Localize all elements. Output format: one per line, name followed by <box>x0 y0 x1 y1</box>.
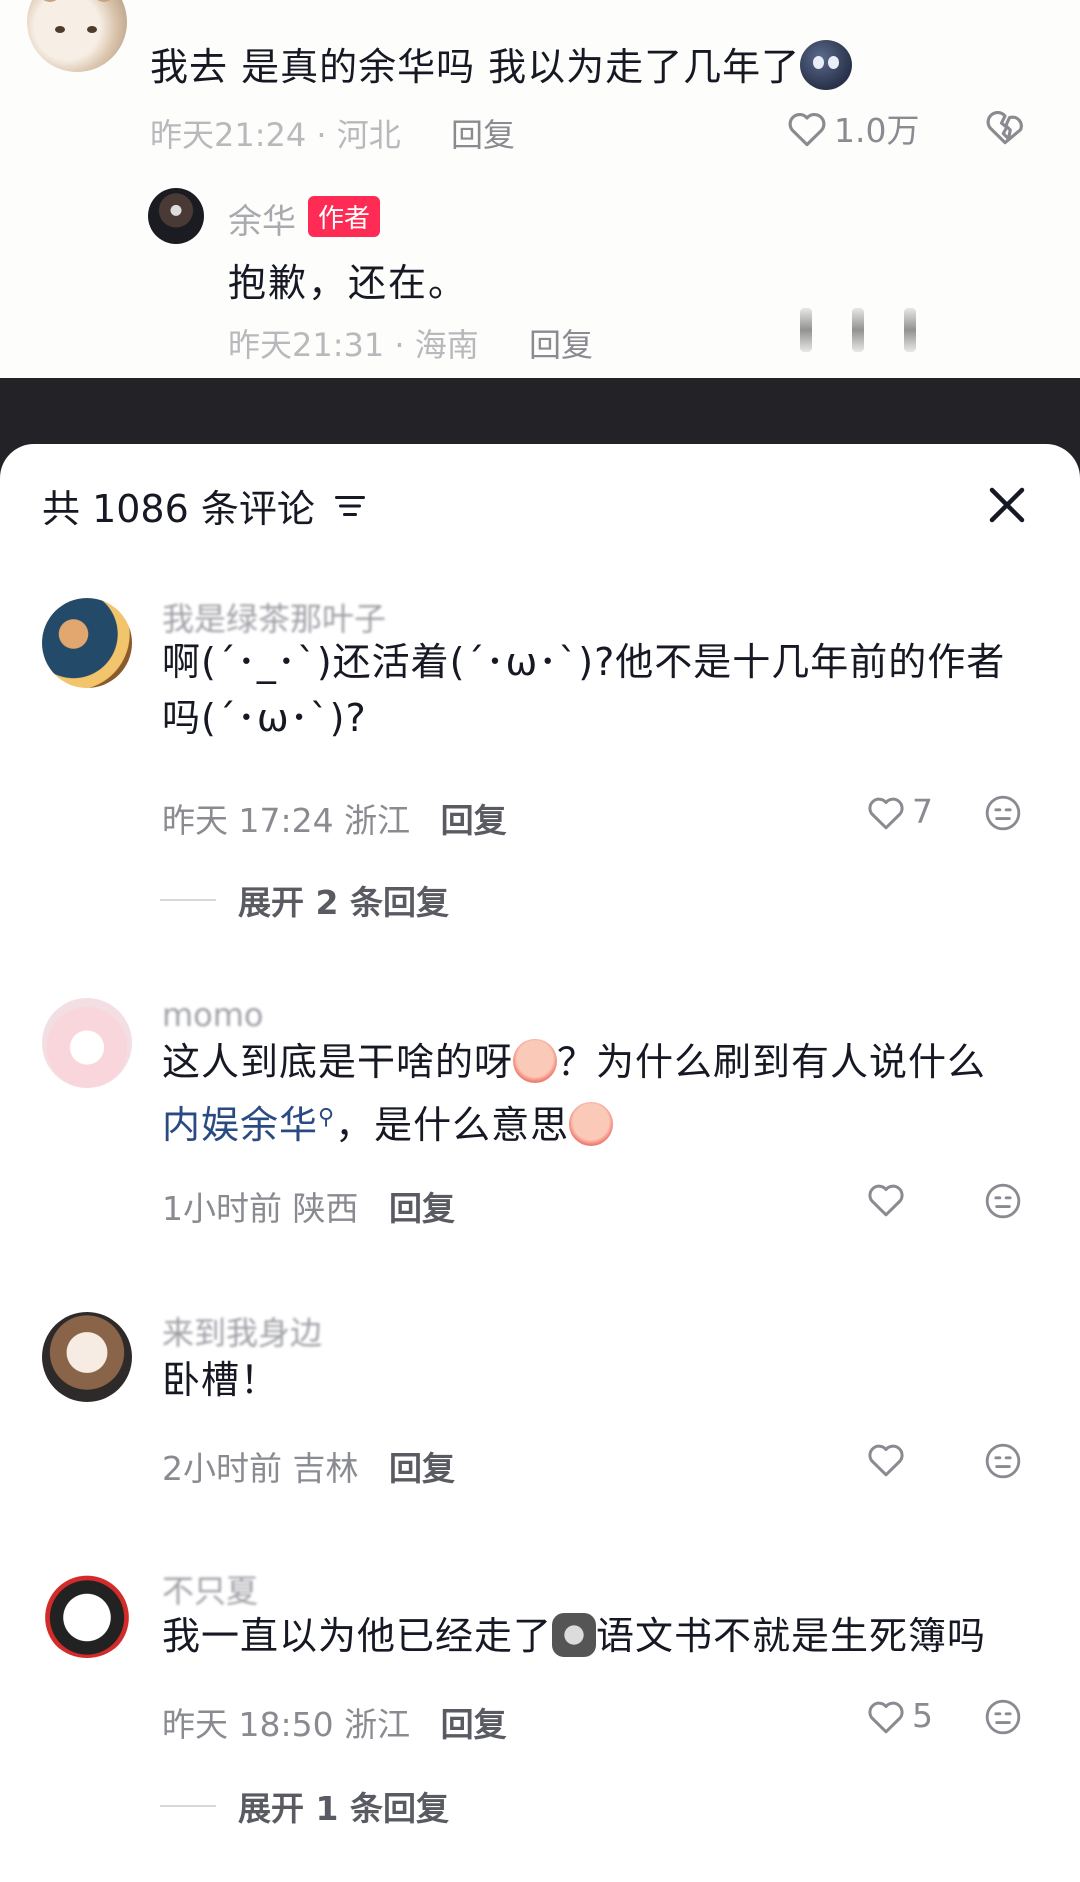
crying-emoji-icon <box>513 1039 558 1083</box>
user-avatar[interactable] <box>42 1568 132 1658</box>
like-count: 1.0万 <box>834 111 920 150</box>
close-button[interactable] <box>982 480 1032 530</box>
top-comment-meta: 昨天21:24 · 河北 回复 <box>150 116 515 154</box>
comment-time: 昨天21:24 <box>150 116 307 154</box>
comment-time: 2小时前 <box>162 1449 282 1488</box>
like-button[interactable] <box>866 1180 912 1218</box>
comment-count: 共 1086 条评论 <box>42 487 315 531</box>
dislike-button[interactable] <box>984 1182 1022 1224</box>
like-button[interactable]: 5 <box>866 1696 933 1735</box>
neutral-face-icon <box>985 1699 1021 1735</box>
dislike-button[interactable] <box>984 1698 1022 1740</box>
comment-text: 这人到底是干啥的呀 ？为什么刷到有人说什么 内娱余华⚲，是什么意思 <box>162 1039 987 1147</box>
user-avatar[interactable] <box>42 998 132 1088</box>
comment-meta: 2小时前 吉林 回复 <box>162 1442 455 1490</box>
comment-time: 1小时前 <box>162 1189 282 1228</box>
heart-icon <box>868 1184 904 1217</box>
author-avatar[interactable] <box>148 188 204 244</box>
author-name[interactable]: 余华 <box>228 194 296 243</box>
cat-emoji-icon <box>552 1613 597 1657</box>
like-count: 7 <box>912 792 933 831</box>
like-count: 5 <box>912 1696 933 1735</box>
heart-icon <box>868 797 904 829</box>
author-reply-text: 抱歉，还在。 <box>228 261 469 305</box>
sobbing-emoji-icon <box>569 1102 614 1146</box>
reply-button[interactable]: 回复 <box>389 1189 455 1228</box>
comment-text: 啊(´･_･`)还活着(´･ω･`)?他不是十几年前的作者吗(´･ω･`)? <box>162 640 1006 740</box>
like-button[interactable] <box>866 1440 912 1478</box>
comment-location: 浙江 <box>344 801 411 840</box>
broken-heart-icon <box>986 111 1023 145</box>
dislike-button[interactable] <box>984 794 1022 836</box>
comment-sheet: 共 1086 条评论 我是绿茶那叶子 啊(´･_･`)还活着(´･ω･`)?他不… <box>0 444 1080 1882</box>
cat-avatar[interactable] <box>27 0 127 72</box>
username[interactable]: 来到我身边 <box>162 1308 322 1354</box>
reply-button[interactable]: 回复 <box>441 1705 507 1744</box>
search-link[interactable]: 内娱余华 <box>162 1103 318 1147</box>
like-button[interactable]: 1.0万 <box>786 104 919 152</box>
sort-icon[interactable] <box>333 492 367 520</box>
heart-icon <box>788 113 826 147</box>
expand-replies-button[interactable]: 展开 1 条回复 <box>160 1782 449 1830</box>
divider-line <box>160 1805 216 1807</box>
blurred-icons <box>800 308 916 352</box>
username[interactable]: momo <box>162 996 264 1034</box>
reply-button[interactable]: 回复 <box>389 1449 455 1488</box>
top-comment-text: 我去 是真的余华吗 我以为走了几年了 <box>150 36 853 91</box>
neutral-face-icon <box>985 795 1021 831</box>
previous-screenshot: 我去 是真的余华吗 我以为走了几年了 昨天21:24 · 河北 回复 1.0万 … <box>0 0 1080 378</box>
divider-line <box>160 899 216 901</box>
reply-button[interactable]: 回复 <box>441 801 507 840</box>
comment-time: 昨天 17:24 <box>162 801 334 840</box>
heart-icon <box>868 1701 904 1733</box>
like-button[interactable]: 7 <box>866 792 933 831</box>
search-icon[interactable]: ⚲ <box>318 1105 335 1130</box>
comment-location: 海南 <box>414 326 479 364</box>
dislike-button[interactable] <box>984 106 1026 150</box>
user-avatar[interactable] <box>42 1312 132 1402</box>
heart-icon <box>868 1444 904 1477</box>
user-avatar[interactable] <box>42 598 132 688</box>
author-reply-meta: 昨天21:31 · 海南 回复 <box>228 326 593 364</box>
comment-meta: 昨天 18:50 浙江 回复 <box>162 1698 507 1746</box>
reply-button[interactable]: 回复 <box>451 116 515 154</box>
comment-time: 昨天21:31 <box>228 326 385 364</box>
neutral-face-icon <box>985 1443 1021 1479</box>
dark-face-emoji-icon <box>800 40 853 90</box>
username[interactable]: 不只夏 <box>162 1566 258 1612</box>
comment-time: 昨天 18:50 <box>162 1705 334 1744</box>
comment-location: 吉林 <box>292 1449 359 1488</box>
close-icon <box>989 487 1025 523</box>
comment-location: 河北 <box>336 116 401 154</box>
dislike-button[interactable] <box>984 1442 1022 1484</box>
comment-meta: 昨天 17:24 浙江 回复 <box>162 794 507 842</box>
expand-replies-button[interactable]: 展开 2 条回复 <box>160 876 449 924</box>
expand-label: 展开 1 条回复 <box>238 1789 449 1828</box>
comment-location: 陕西 <box>292 1189 359 1228</box>
comment-location: 浙江 <box>344 1705 411 1744</box>
neutral-face-icon <box>985 1183 1021 1219</box>
reply-button[interactable]: 回复 <box>529 326 593 364</box>
comment-count-header: 共 1086 条评论 <box>42 478 367 533</box>
expand-label: 展开 2 条回复 <box>238 883 449 922</box>
comment-meta: 1小时前 陕西 回复 <box>162 1182 455 1230</box>
comment-text: 我一直以为他已经走了 语文书不就是生死簿吗 <box>162 1613 987 1658</box>
comment-text: 卧槽！ <box>162 1358 280 1402</box>
author-badge: 作者 <box>308 196 381 237</box>
